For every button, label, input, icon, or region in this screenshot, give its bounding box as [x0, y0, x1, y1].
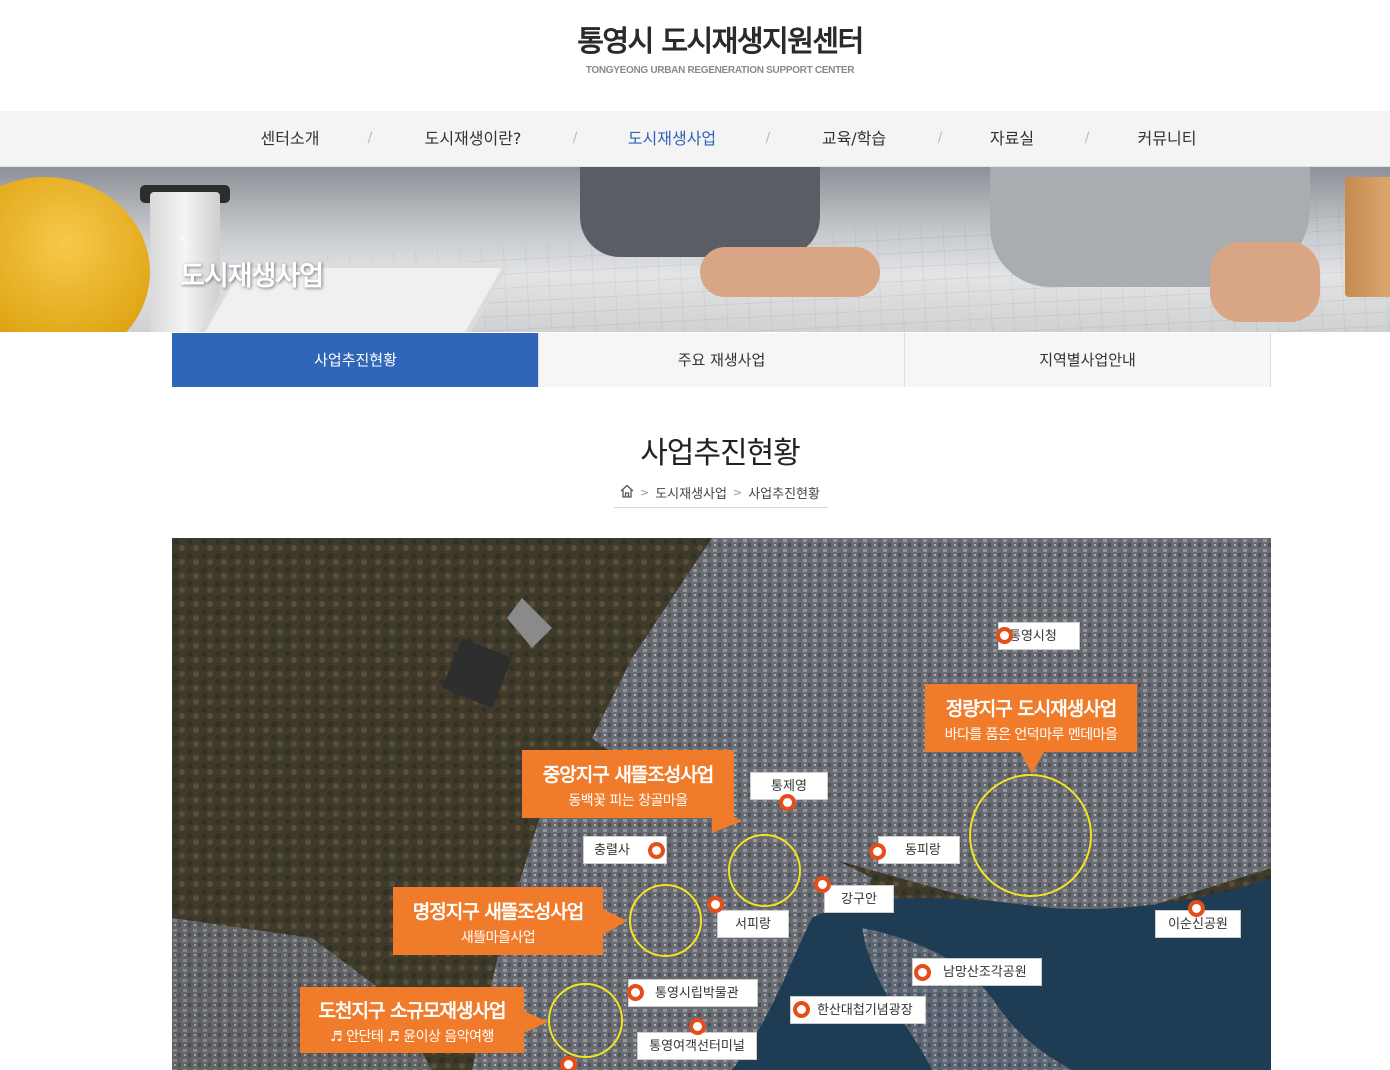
- callout-docheon[interactable]: 도천지구 소규모재생사업 ♬ 안단테 ♬ 윤이상 음악여행: [300, 987, 548, 1053]
- nav-item-regeneration-projects[interactable]: 도시재생사업: [628, 111, 716, 166]
- callout-title: 명정지구 새뜰조성사업: [412, 901, 584, 923]
- nav-item-community[interactable]: 커뮤니티: [1138, 111, 1197, 166]
- place-label-nammangsan-park[interactable]: 남망산조각공원: [912, 958, 1042, 986]
- main-nav: 센터소개 / 도시재생이란? / 도시재생사업 / 교육/학습 / 자료실 / …: [0, 111, 1390, 167]
- nav-item-archive[interactable]: 자료실: [990, 111, 1034, 166]
- breadcrumb: > 도시재생사업 > 사업추진현황: [614, 478, 828, 508]
- callout-subtitle: 바다를 품은 언덕마루 멘데마을: [944, 727, 1118, 743]
- callout-title: 정량지구 도시재생사업: [945, 698, 1117, 720]
- place-label-seopirang[interactable]: 서피랑: [717, 910, 789, 938]
- nav-item-what-is-regeneration[interactable]: 도시재생이란?: [425, 111, 522, 166]
- site-subtitle: TONGYEONG URBAN REGENERATION SUPPORT CEN…: [585, 65, 855, 76]
- project-area-ring: [548, 983, 623, 1058]
- project-area-ring: [629, 884, 702, 957]
- project-area-ring: [969, 774, 1092, 897]
- place-label-ferry-terminal[interactable]: 통영여객선터미널: [637, 1032, 757, 1060]
- callout-jungang[interactable]: 중앙지구 새뜰조성사업 동백꽃 피는 창골마을: [522, 750, 742, 833]
- callout-title: 중앙지구 새뜰조성사업: [542, 764, 714, 786]
- place-label-dongpirang[interactable]: 동피랑: [878, 836, 960, 864]
- page-title: 사업추진현황: [640, 436, 801, 471]
- nav-item-education[interactable]: 교육/학습: [822, 111, 886, 166]
- nav-separator: /: [1084, 130, 1090, 146]
- map-pin-icon[interactable]: [914, 964, 931, 981]
- site-logo[interactable]: 통영시 도시재생지원센터 TONGYEONG URBAN REGENERATIO…: [0, 18, 1390, 76]
- callout-subtitle: ♬ 안단테 ♬ 윤이상 음악여행: [330, 1029, 494, 1045]
- callout-tail: [1020, 752, 1044, 774]
- map-pin-icon[interactable]: [814, 876, 831, 893]
- map-pin-icon[interactable]: [707, 896, 724, 913]
- callout-subtitle: 동백꽃 피는 창골마을: [568, 793, 688, 809]
- breadcrumb-item-projects[interactable]: 도시재생사업: [655, 483, 727, 502]
- map-pin-icon[interactable]: [648, 842, 665, 859]
- nav-separator: /: [765, 130, 771, 146]
- tab-regional-projects[interactable]: 지역별사업안내: [904, 333, 1270, 387]
- map-pin-icon[interactable]: [996, 627, 1013, 644]
- callout-title: 도천지구 소규모재생사업: [318, 1000, 507, 1022]
- banner-cup-image: [1345, 177, 1390, 297]
- map-pin-icon[interactable]: [627, 984, 644, 1001]
- nav-separator: /: [367, 130, 373, 146]
- banner-title: 도시재생사업: [180, 261, 324, 292]
- map-pin-icon[interactable]: [1188, 900, 1205, 917]
- callout-tail: [524, 1011, 548, 1033]
- home-icon[interactable]: [620, 484, 634, 502]
- banner-helmet-image: [0, 177, 150, 332]
- project-area-ring: [728, 834, 801, 907]
- map-pin-icon[interactable]: [869, 843, 886, 860]
- nav-item-center-intro[interactable]: 센터소개: [261, 111, 320, 166]
- callout-subtitle: 새뜰마을사업: [460, 930, 536, 946]
- banner-person-image: [580, 167, 820, 257]
- site-title: 통영시 도시재생지원센터: [577, 24, 864, 58]
- hero-banner: [0, 167, 1390, 332]
- callout-myeongjeong[interactable]: 명정지구 새뜰조성사업 새뜰마을사업: [393, 887, 627, 955]
- map-pin-icon[interactable]: [689, 1018, 706, 1035]
- callout-jeongryang[interactable]: 정량지구 도시재생사업 바다를 품은 언덕마루 멘데마을: [925, 684, 1137, 774]
- map-pin-icon[interactable]: [793, 1001, 810, 1018]
- banner-hand-image: [700, 247, 880, 297]
- place-label-city-museum[interactable]: 통영시립박물관: [628, 979, 758, 1007]
- place-label-ganguan[interactable]: 강구안: [824, 885, 894, 913]
- map-pin-icon[interactable]: [779, 794, 796, 811]
- breadcrumb-separator: >: [732, 486, 743, 499]
- nav-separator: /: [572, 130, 578, 146]
- place-label-hansan-plaza[interactable]: 한산대첩기념광장: [790, 996, 926, 1024]
- banner-hand-image: [1210, 242, 1320, 322]
- project-map: 정량지구 도시재생사업 바다를 품은 언덕마루 멘데마을 중앙지구 새뜰조성사업…: [172, 538, 1271, 1070]
- tab-project-status[interactable]: 사업추진현황: [172, 333, 538, 387]
- sub-tabs: 사업추진현황 주요 재생사업 지역별사업안내: [172, 333, 1271, 387]
- callout-tail: [712, 805, 742, 833]
- callout-tail: [603, 909, 627, 935]
- breadcrumb-item-current: 사업추진현황: [748, 487, 820, 502]
- tab-major-projects[interactable]: 주요 재생사업: [538, 333, 904, 387]
- map-pin-icon[interactable]: [560, 1056, 577, 1070]
- nav-separator: /: [937, 130, 943, 146]
- breadcrumb-separator: >: [640, 486, 650, 499]
